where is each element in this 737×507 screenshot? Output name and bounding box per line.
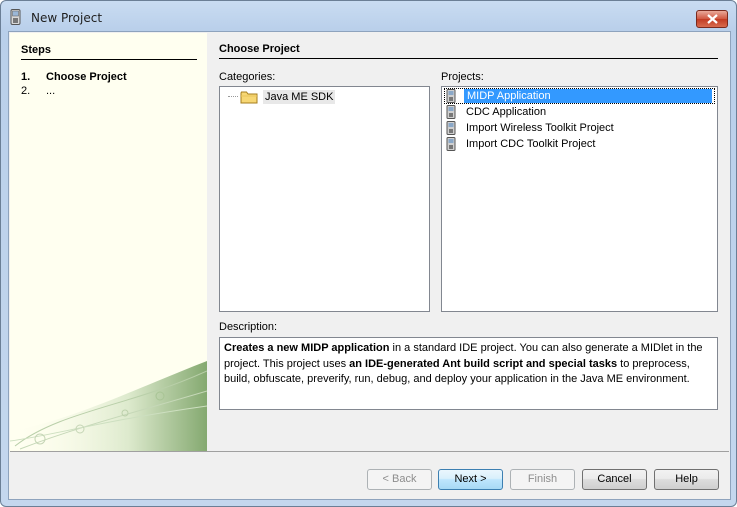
description-bold-intro: Creates a new MIDP application — [224, 342, 390, 354]
page-title-divider — [219, 58, 718, 59]
project-label: CDC Application — [466, 106, 547, 118]
folder-icon — [240, 91, 258, 104]
category-label: Java ME SDK — [263, 90, 336, 104]
tree-connector — [228, 96, 238, 97]
project-item-import-wireless-toolkit[interactable]: Import Wireless Toolkit Project — [444, 120, 715, 136]
project-item-midp-application[interactable]: MIDP Application — [444, 88, 715, 104]
page-title: Choose Project — [219, 43, 300, 55]
phone-icon — [446, 89, 456, 103]
project-item-import-cdc-toolkit[interactable]: Import CDC Toolkit Project — [444, 136, 715, 152]
button-bar-divider — [10, 451, 729, 452]
next-button[interactable]: Next > — [438, 469, 503, 490]
close-icon — [707, 14, 718, 24]
step-item-choose-project: 1. Choose Project — [21, 71, 127, 83]
close-button[interactable] — [696, 10, 728, 28]
cancel-button[interactable]: Cancel — [582, 469, 647, 490]
steps-divider — [21, 59, 197, 60]
phone-icon — [446, 121, 456, 135]
steps-heading: Steps — [21, 44, 51, 56]
description-text: Creates a new MIDP application in a stan… — [219, 337, 718, 410]
title-bar[interactable]: New Project — [1, 1, 736, 33]
decorative-swirl-graphic — [10, 361, 207, 451]
mobile-phone-icon — [10, 9, 21, 25]
back-button[interactable]: < Back — [367, 469, 432, 490]
project-label: MIDP Application — [464, 89, 712, 103]
step-number: 1. — [21, 71, 31, 83]
projects-label: Projects: — [441, 71, 484, 83]
project-label: Import CDC Toolkit Project — [466, 138, 596, 150]
dialog-content: Steps 1. Choose Project 2.... Choose Pro… — [8, 31, 731, 500]
step-number: 2. — [21, 85, 31, 97]
project-label: Import Wireless Toolkit Project — [466, 122, 614, 134]
step-label: Choose Project — [46, 71, 127, 83]
projects-list[interactable]: MIDP Application CDC Application Import … — [441, 86, 718, 312]
categories-tree[interactable]: Java ME SDK — [219, 86, 430, 312]
step-item-next: 2.... — [21, 85, 55, 97]
window-title: New Project — [31, 11, 103, 25]
phone-icon — [446, 105, 456, 119]
new-project-dialog: New Project Steps 1. Choose Project 2.... — [0, 0, 737, 507]
help-button[interactable]: Help — [654, 469, 719, 490]
project-item-cdc-application[interactable]: CDC Application — [444, 104, 715, 120]
finish-button[interactable]: Finish — [510, 469, 575, 490]
description-label: Description: — [219, 321, 278, 333]
description-bold-ant: an IDE-generated Ant build script and sp… — [349, 357, 618, 370]
steps-panel: Steps 1. Choose Project 2.... — [10, 33, 207, 451]
categories-label: Categories: — [219, 71, 276, 83]
phone-icon — [446, 137, 456, 151]
step-label: ... — [46, 85, 56, 97]
